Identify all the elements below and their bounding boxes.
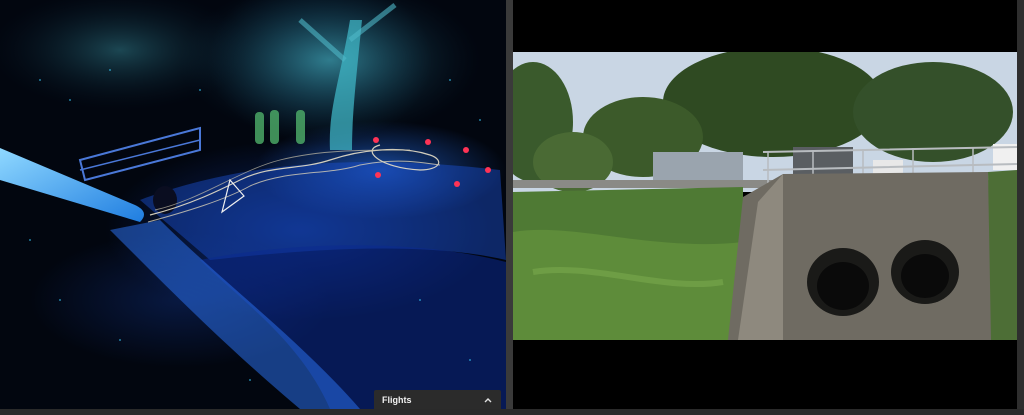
viewport-divider[interactable] <box>506 0 513 409</box>
flights-panel-header[interactable]: Flights <box>374 390 501 410</box>
bottom-status-strip <box>0 409 1024 415</box>
camera-viewport <box>513 0 1017 409</box>
right-edge-bar <box>1017 0 1024 409</box>
point-cloud-render <box>0 0 506 409</box>
camera-image <box>513 52 1017 340</box>
chevron-up-icon[interactable] <box>483 395 493 405</box>
point-cloud-viewport[interactable] <box>0 0 506 409</box>
camera-photo <box>513 52 1017 340</box>
flights-panel-title: Flights <box>382 395 412 405</box>
